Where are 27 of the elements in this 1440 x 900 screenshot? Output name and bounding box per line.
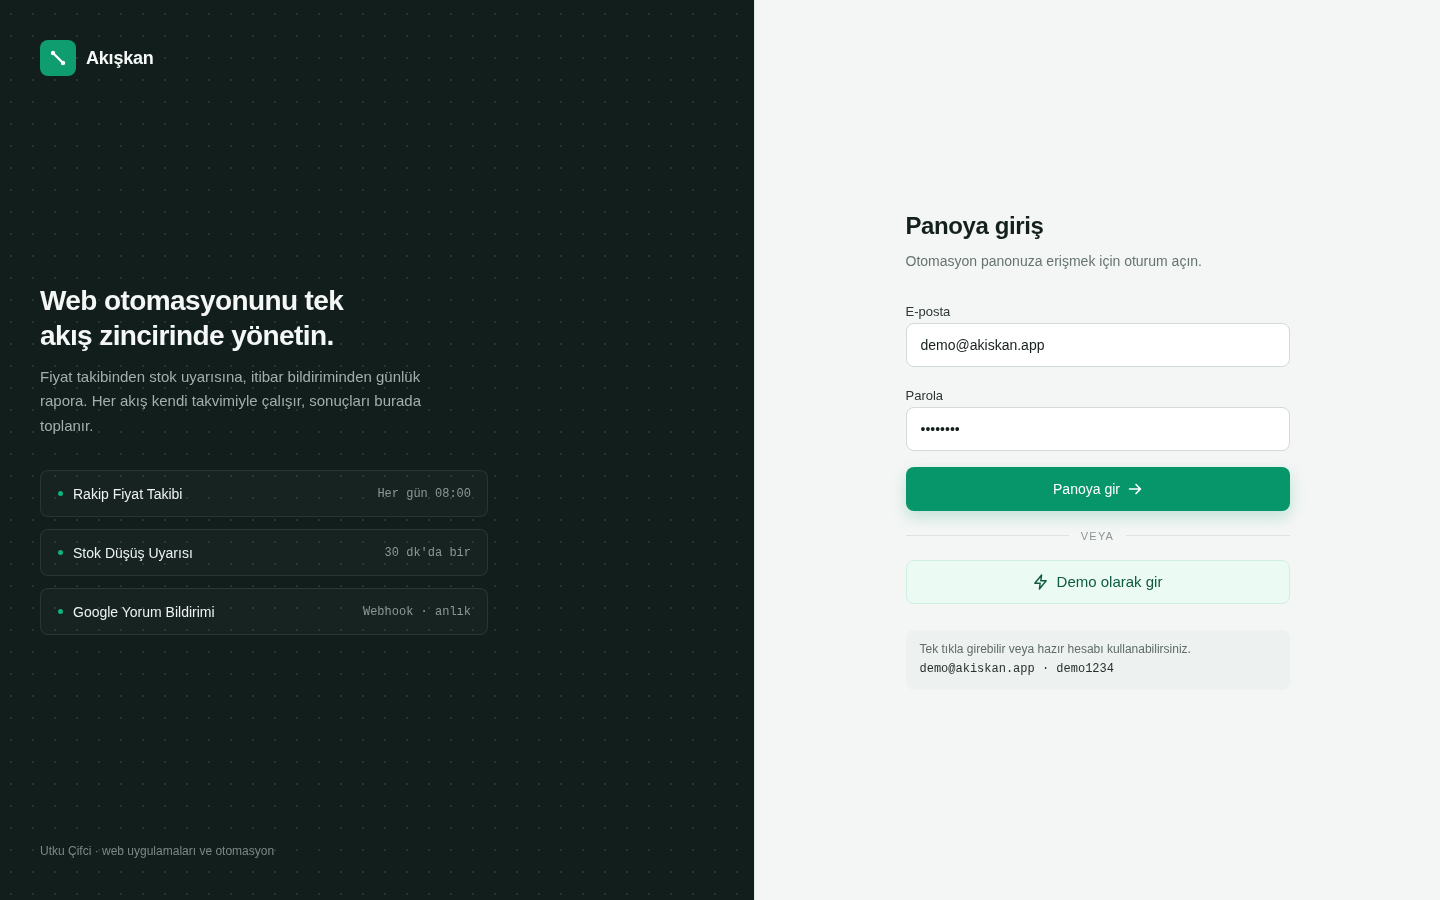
hero-description: Fiyat takibinden stok uyarısına, itibar bildiriminden günlük rapora. Her akış kendi takvimiyle çalışır, sonuçları burada toplanır. (40, 366, 422, 436)
arrow-right-icon (1127, 481, 1142, 496)
divider-label: VEYA (1080, 528, 1115, 544)
flow-name: Rakip Fiyat Takibi (73, 484, 183, 503)
flow-name: Stok Düşüş Uyarısı (73, 543, 193, 562)
hero-heading: Web otomasyonunu tek akış zincirinde yönetin. (40, 283, 345, 353)
input-field[interactable]: •••••••• (905, 406, 1290, 451)
demo-button[interactable]: Demo olarak gir (905, 559, 1290, 604)
status-dot-icon (58, 550, 63, 556)
flow-schedule: Her gün 08:00 (377, 485, 471, 502)
login-subtitle: Otomasyon panonuza erişmek için oturum açın. (905, 251, 1203, 271)
field-label: Parola (905, 386, 945, 405)
input-field[interactable]: demo@akiskan.app (905, 322, 1290, 367)
status-dot-icon (58, 609, 63, 615)
submit-button[interactable]: Panoya gir (905, 466, 1290, 511)
hint-text: Tek tıkla girebilir veya hazır hesabı kullanabilirsiniz. (919, 640, 1192, 658)
flow-schedule: 30 dk'da bir (384, 544, 471, 561)
flow-schedule: Webhook · anlık (362, 603, 471, 620)
lightning-icon (1032, 573, 1048, 590)
field-label: E-posta (905, 302, 952, 321)
login-title: Panoya giriş (905, 210, 1045, 241)
status-dot-icon (58, 491, 63, 497)
logo-icon (40, 40, 76, 76)
credentials-text: demo@akiskan.app · demo1234 (919, 660, 1115, 678)
brand-name: Akışkan (86, 47, 154, 69)
flow-name: Google Yorum Bildirimi (73, 602, 215, 621)
footer-text: Utku Çifci · web uygulamaları ve otomasyon (40, 843, 276, 860)
